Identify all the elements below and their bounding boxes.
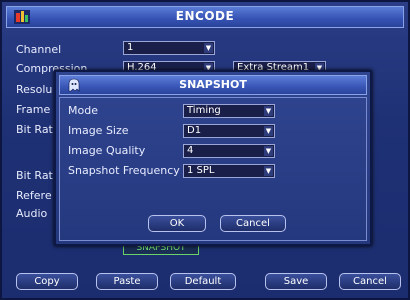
encode-window: ENCODE Channel 1 ▼ Compression H.264 ▼ E… xyxy=(0,0,410,300)
mode-value: Timing xyxy=(187,105,221,116)
frequency-label: Snapshot Frequency xyxy=(68,164,180,177)
image-quality-value: 4 xyxy=(187,145,194,156)
reference-label: Refere xyxy=(16,189,52,202)
ok-button[interactable]: OK xyxy=(148,215,206,232)
chevron-down-icon: ▼ xyxy=(264,106,273,116)
mode-label: Mode xyxy=(68,104,98,117)
snapshot-dialog: SNAPSHOT Mode Timing ▼ Image Size D1 ▼ I… xyxy=(54,70,372,246)
cancel-button[interactable]: Cancel xyxy=(339,273,401,290)
chevron-down-icon: ▼ xyxy=(204,43,213,53)
bitrate2-label: Bit Rat xyxy=(16,169,53,182)
window-title: ENCODE xyxy=(175,9,235,23)
dialog-body: Mode Timing ▼ Image Size D1 ▼ Image Qual… xyxy=(59,97,367,241)
dialog-cancel-button[interactable]: Cancel xyxy=(220,215,286,232)
chevron-down-icon: ▼ xyxy=(264,126,273,136)
channel-label: Channel xyxy=(16,43,62,56)
frequency-value: 1 SPL xyxy=(187,165,215,176)
image-size-label: Image Size xyxy=(68,124,129,137)
resolution-label: Resolu xyxy=(16,83,53,96)
frame-label: Frame xyxy=(16,103,51,116)
chevron-down-icon: ▼ xyxy=(264,166,273,176)
save-button[interactable]: Save xyxy=(265,273,327,290)
window-titlebar: ENCODE xyxy=(6,6,404,28)
image-quality-label: Image Quality xyxy=(68,144,146,157)
channel-select[interactable]: 1 ▼ xyxy=(123,41,215,55)
paste-button[interactable]: Paste xyxy=(96,273,158,290)
dialog-titlebar: SNAPSHOT xyxy=(59,75,367,95)
image-quality-select[interactable]: 4 ▼ xyxy=(183,144,275,158)
mode-select[interactable]: Timing ▼ xyxy=(183,104,275,118)
copy-button[interactable]: Copy xyxy=(16,273,78,290)
frequency-select[interactable]: 1 SPL ▼ xyxy=(183,164,275,178)
chevron-down-icon: ▼ xyxy=(264,146,273,156)
bitrate-label: Bit Rat xyxy=(16,123,53,136)
channel-value: 1 xyxy=(127,42,134,53)
default-button[interactable]: Default xyxy=(170,273,236,290)
dialog-title: SNAPSHOT xyxy=(179,78,247,91)
image-size-select[interactable]: D1 ▼ xyxy=(183,124,275,138)
audio-label: Audio xyxy=(16,207,48,220)
image-size-value: D1 xyxy=(187,125,202,136)
